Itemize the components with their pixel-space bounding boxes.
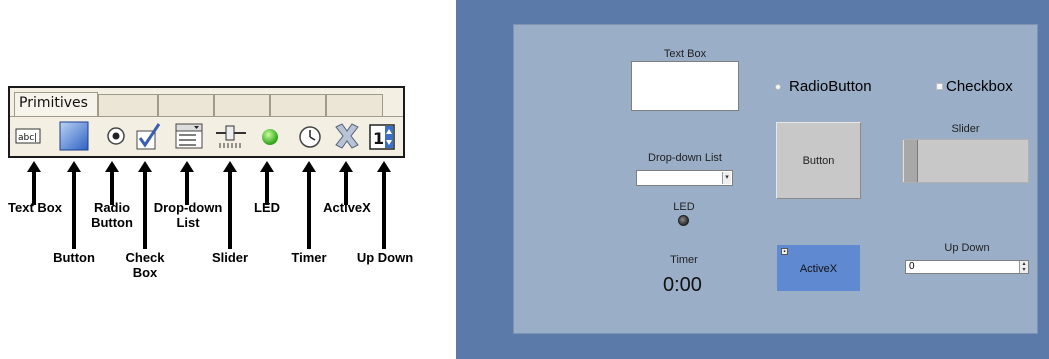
updown-spin-icon[interactable]: ▴ ▾: [1019, 261, 1028, 273]
label-radio-button-line2: Button: [91, 215, 133, 230]
label-check-box-line1: Check: [125, 250, 165, 265]
radio-button-icon: [107, 127, 125, 145]
text-box-icon: abc|: [15, 128, 41, 144]
up-down-icon: 1: [369, 124, 395, 150]
slider-track[interactable]: [902, 139, 1029, 183]
tool-timer[interactable]: [296, 121, 324, 151]
drop-down-list-icon: [175, 123, 203, 149]
label-activex: ActiveX: [323, 200, 371, 215]
label-timer: Timer: [291, 250, 327, 265]
form-panel: Text Box RadioButton Checkbox Slider But…: [513, 24, 1038, 334]
text-box-field[interactable]: [631, 61, 739, 111]
button-icon: [59, 121, 89, 151]
check-box-icon: [136, 123, 161, 150]
tool-up-down[interactable]: 1: [368, 121, 396, 151]
tool-led[interactable]: [256, 121, 284, 151]
radio-button-label[interactable]: RadioButton: [789, 78, 872, 95]
label-button: Button: [53, 250, 95, 265]
label-slider: Slider: [211, 250, 249, 265]
primitives-toolbar: Primitives abc| 1: [8, 86, 405, 158]
tab-empty-5[interactable]: [326, 94, 383, 116]
label-radio-button: Radio Button: [80, 200, 144, 230]
timer-value: 0:00: [663, 274, 702, 296]
activex-control[interactable]: ▪ ActiveX: [777, 245, 860, 291]
tab-empty-4[interactable]: [270, 94, 326, 116]
tab-divider: [10, 116, 403, 117]
checkbox-box[interactable]: [936, 83, 943, 90]
led-icon: [262, 129, 278, 145]
tool-button[interactable]: [58, 121, 89, 151]
slider-icon: [216, 125, 246, 148]
tool-slider[interactable]: [214, 121, 248, 151]
led-caption: LED: [673, 201, 695, 213]
activex-icon: [335, 123, 359, 149]
svg-text:abc|: abc|: [18, 133, 37, 143]
form-window: Text Box RadioButton Checkbox Slider But…: [456, 0, 1049, 359]
updown-caption: Up Down: [944, 242, 990, 254]
tool-check-box[interactable]: [134, 121, 162, 151]
label-drop-down-line2: List: [176, 215, 200, 230]
label-check-box-line2: Box: [132, 265, 158, 280]
tool-activex[interactable]: [332, 121, 360, 151]
tool-text-box[interactable]: abc|: [14, 121, 42, 151]
label-up-down: Up Down: [356, 250, 414, 265]
tab-primitives[interactable]: Primitives: [14, 92, 98, 116]
timer-icon: [299, 126, 321, 148]
label-drop-down-list: Drop-down List: [150, 200, 226, 230]
svg-text:1: 1: [373, 129, 384, 148]
dropdown-caption: Drop-down List: [648, 152, 722, 164]
tool-drop-down-list[interactable]: [174, 121, 203, 151]
tab-row: Primitives: [10, 88, 403, 116]
dropdown-list[interactable]: ▾: [636, 170, 733, 186]
label-radio-button-line1: Radio: [93, 200, 131, 215]
led-indicator: [678, 215, 689, 226]
tab-empty-3[interactable]: [214, 94, 270, 116]
tab-empty-1[interactable]: [98, 94, 158, 116]
form-button[interactable]: Button: [776, 122, 861, 199]
tab-empty-2[interactable]: [158, 94, 214, 116]
activex-label: ActiveX: [799, 263, 838, 275]
label-check-box: Check Box: [118, 250, 172, 280]
dropdown-arrow-icon[interactable]: ▾: [722, 172, 731, 184]
slider-thumb[interactable]: [903, 140, 918, 182]
radio-button-dot[interactable]: [775, 84, 781, 90]
label-led: LED: [254, 200, 280, 215]
text-box-caption: Text Box: [663, 48, 707, 60]
updown-value: 0: [909, 261, 915, 272]
slider-caption: Slider: [951, 123, 980, 135]
checkbox-label[interactable]: Checkbox: [946, 78, 1013, 95]
label-drop-down-line1: Drop-down: [153, 200, 223, 215]
tool-radio-button[interactable]: [102, 121, 130, 151]
label-text-box: Text Box: [8, 200, 62, 215]
timer-caption: Timer: [670, 254, 698, 266]
updown-field[interactable]: 0 ▴ ▾: [905, 260, 1029, 274]
activex-mini-icon: ▪: [781, 248, 788, 255]
